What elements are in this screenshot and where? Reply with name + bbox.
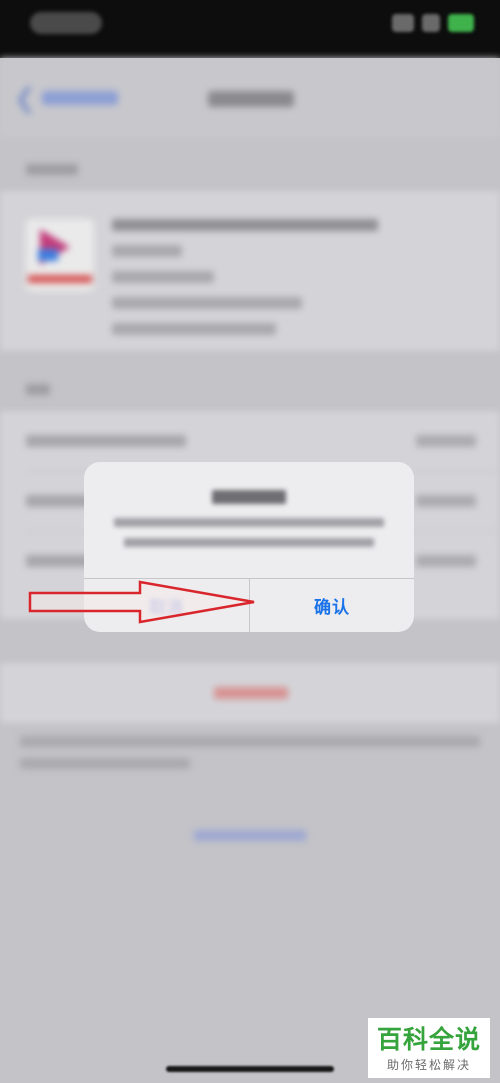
section-header-blurred bbox=[26, 164, 78, 175]
app-screen: ❮ 确认 百科全说 助你轻松解决 bbox=[0, 0, 500, 1083]
cancel-subscription-label-blurred bbox=[214, 687, 288, 699]
watermark-slogan: 助你轻松解决 bbox=[386, 1058, 471, 1072]
watermark-logo: 百科全说 助你轻松解决 bbox=[368, 1018, 490, 1078]
text-line-blurred bbox=[112, 271, 214, 283]
confirm-button[interactable]: 确认 bbox=[250, 579, 414, 632]
annotation-arrow-shape bbox=[28, 580, 255, 624]
subscription-info-card bbox=[0, 191, 500, 351]
footer-text-blurred bbox=[20, 758, 190, 769]
section-header-blurred bbox=[26, 384, 50, 395]
arrow-right-icon bbox=[28, 580, 255, 624]
navigation-bar: ❮ bbox=[0, 58, 500, 138]
watermark-brand: 百科全说 bbox=[376, 1025, 481, 1054]
confirm-button-label: 确认 bbox=[314, 598, 350, 618]
app-icon bbox=[26, 219, 94, 291]
option-price-blurred bbox=[416, 495, 476, 507]
text-line-blurred bbox=[112, 297, 302, 309]
battery-icon bbox=[448, 14, 474, 32]
wifi-icon bbox=[422, 14, 440, 32]
footer-link-blurred[interactable] bbox=[194, 830, 306, 841]
text-line-blurred bbox=[112, 245, 182, 257]
nav-title-blurred bbox=[208, 91, 294, 107]
footer-text-blurred bbox=[20, 736, 480, 747]
status-bar bbox=[0, 0, 500, 58]
option-label-blurred bbox=[26, 435, 186, 447]
cancel-subscription-row[interactable] bbox=[0, 663, 500, 723]
signal-icon bbox=[392, 14, 414, 32]
home-indicator[interactable] bbox=[166, 1066, 334, 1072]
option-price-blurred bbox=[416, 555, 476, 567]
back-button-blurred[interactable] bbox=[42, 91, 118, 105]
dialog-message-line bbox=[124, 538, 374, 547]
chevron-left-icon[interactable]: ❮ bbox=[14, 86, 36, 112]
app-logo-shape bbox=[38, 249, 58, 261]
dialog-title-blurred bbox=[212, 490, 286, 504]
option-price-blurred bbox=[416, 435, 476, 447]
app-logo-stripe bbox=[28, 275, 92, 283]
dialog-message-line bbox=[114, 518, 384, 527]
text-line-blurred bbox=[112, 323, 276, 335]
dialog-message-blurred bbox=[84, 462, 414, 578]
app-name-blurred bbox=[112, 219, 378, 231]
status-icons bbox=[392, 14, 474, 32]
status-time-blurred bbox=[30, 12, 102, 34]
